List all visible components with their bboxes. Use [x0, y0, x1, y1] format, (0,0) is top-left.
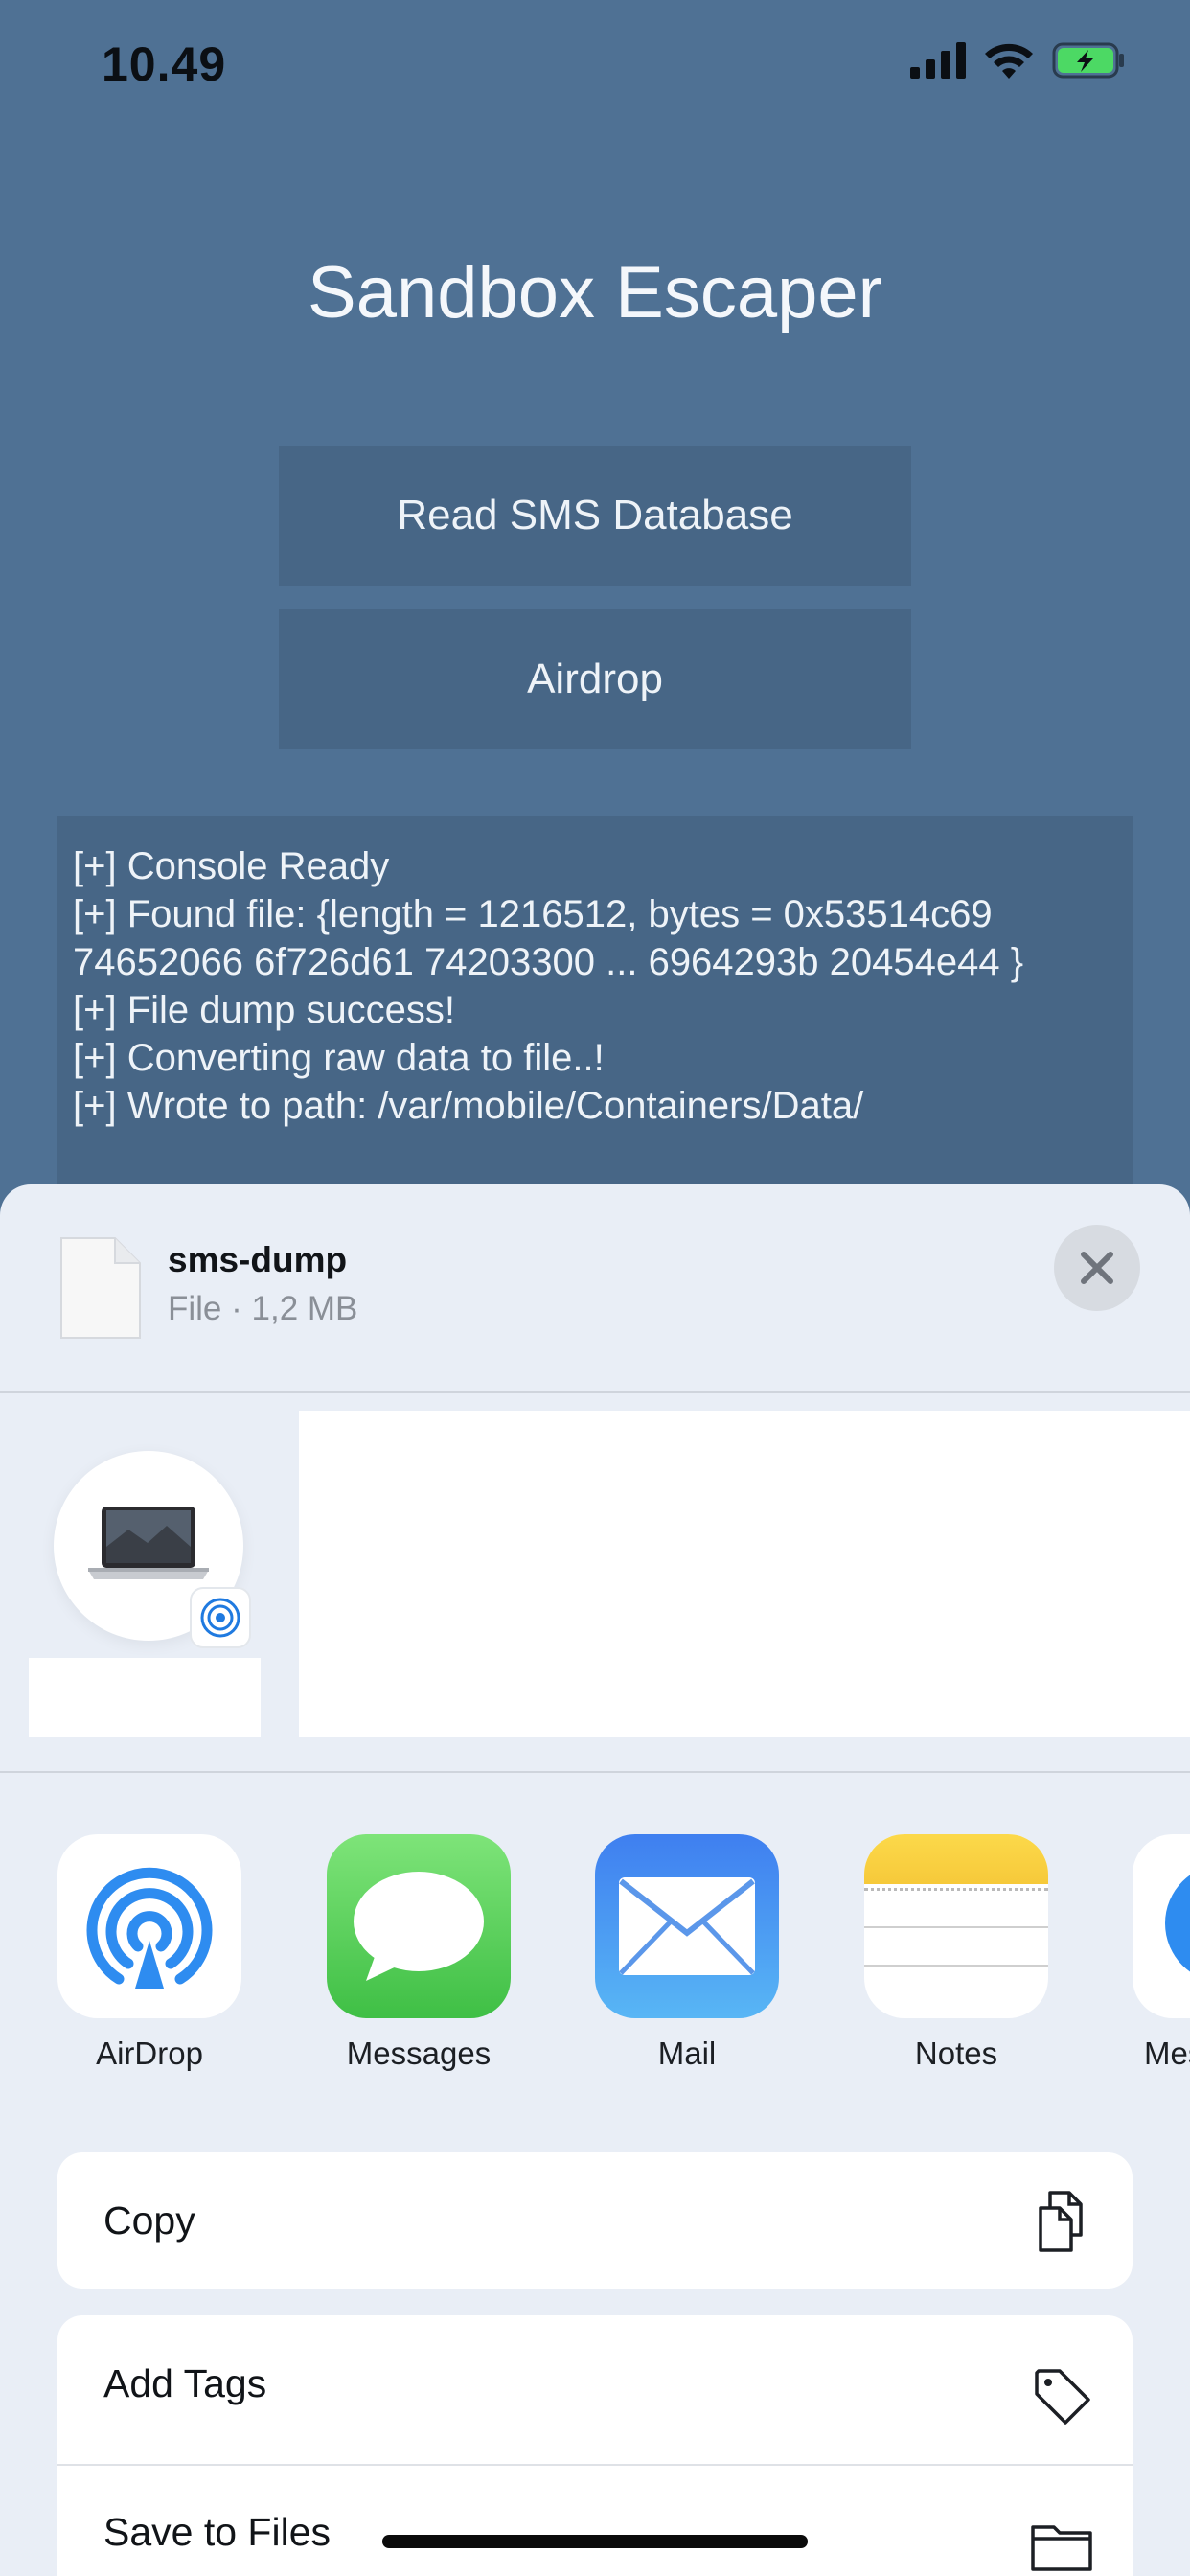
action-label: Save to Files	[103, 2509, 331, 2554]
status-time: 10.49	[102, 37, 227, 91]
app-label: Mes	[1144, 2036, 1190, 2071]
copy-icon	[1039, 2191, 1083, 2252]
action-add-tags[interactable]: Add Tags	[57, 2315, 1133, 2451]
status-bar: 10.49	[0, 0, 1190, 134]
action-label: Copy	[103, 2197, 195, 2242]
console-line: [+] Console Ready	[73, 845, 390, 887]
close-icon	[1081, 1252, 1113, 1284]
action-card: Copy	[57, 2152, 1133, 2288]
airdrop-icon	[57, 1834, 241, 2018]
console-line: [+] Found file: {length = 1216512, bytes…	[73, 893, 1024, 983]
battery-charging-icon	[1052, 42, 1124, 79]
console-line: [+] Converting raw data to file..!	[73, 1037, 605, 1079]
airdrop-button[interactable]: Airdrop	[279, 610, 911, 749]
console-line: [+] File dump success!	[73, 989, 456, 1031]
share-app-airdrop[interactable]: AirDrop	[57, 1834, 241, 2072]
close-button[interactable]	[1054, 1225, 1140, 1311]
share-app-notes[interactable]: Notes	[864, 1834, 1048, 2072]
share-app-mail[interactable]: Mail	[595, 1834, 779, 2072]
app-label: Messages	[346, 2036, 492, 2071]
file-name: sms-dump	[168, 1240, 348, 1279]
share-apps-row: AirDrop Messages Mail Notes Me	[0, 1834, 1190, 2071]
console-log: [+] Console Ready [+] Found file: {lengt…	[57, 816, 1133, 1218]
share-sheet-header: sms-dump File · 1,2 MB	[0, 1184, 1190, 1392]
tag-icon	[1035, 2369, 1090, 2425]
messages-icon	[327, 1834, 511, 2018]
divider	[0, 1771, 1190, 1773]
notes-icon	[864, 1834, 1048, 2018]
status-icons	[910, 42, 1127, 79]
console-line: [+] Wrote to path: /var/mobile/Container…	[73, 1085, 864, 1127]
app-title: Sandbox Escaper	[308, 252, 882, 334]
share-sheet: sms-dump File · 1,2 MB AirDrop Messages …	[0, 1184, 1190, 2576]
divider	[0, 1392, 1190, 1393]
folder-icon	[1031, 2525, 1092, 2571]
file-meta: File · 1,2 MB	[168, 1290, 358, 1327]
airdrop-badge-icon	[190, 1587, 251, 1648]
app-label: Notes	[914, 2036, 998, 2071]
cellular-signal-icon	[910, 42, 966, 79]
device-label-placeholder	[29, 1658, 261, 1736]
read-sms-database-button[interactable]: Read SMS Database	[279, 446, 911, 586]
app-label: Mail	[657, 2036, 717, 2071]
action-label: Add Tags	[103, 2360, 267, 2405]
action-copy[interactable]: Copy	[57, 2152, 1133, 2288]
mail-icon	[595, 1834, 779, 2018]
messenger-icon	[1133, 1834, 1190, 2018]
app-label: AirDrop	[96, 2036, 203, 2071]
home-indicator[interactable]	[382, 2535, 808, 2548]
wifi-icon	[985, 43, 1033, 79]
action-save-to-files[interactable]: Save to Files	[57, 2464, 1133, 2576]
file-icon	[60, 1237, 141, 1339]
people-suggestions-area	[299, 1411, 1190, 1736]
share-app-messenger[interactable]: Mes	[1133, 1834, 1190, 2072]
share-app-messages[interactable]: Messages	[327, 1834, 511, 2072]
